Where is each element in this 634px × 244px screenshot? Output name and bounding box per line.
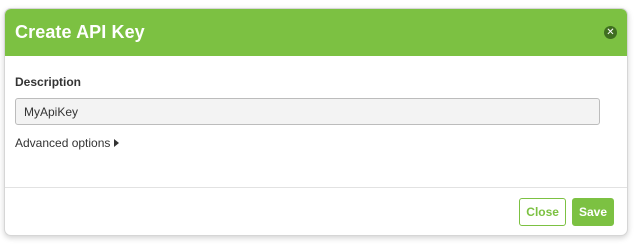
- close-button[interactable]: Close: [519, 197, 566, 226]
- close-circle-icon[interactable]: ✕: [604, 26, 617, 39]
- dialog-header: Create API Key ✕: [5, 9, 627, 56]
- dialog-title: Create API Key: [15, 22, 145, 42]
- dialog-footer: Close Save: [5, 188, 627, 235]
- advanced-options-toggle[interactable]: Advanced options: [15, 136, 617, 150]
- save-button[interactable]: Save: [571, 197, 614, 226]
- dialog-body: Description Advanced options: [5, 56, 627, 188]
- caret-right-icon: [114, 139, 120, 147]
- description-input[interactable]: [15, 98, 600, 125]
- description-label: Description: [15, 75, 82, 89]
- advanced-options-label: Advanced options: [15, 136, 111, 150]
- create-api-key-dialog: Create API Key ✕ Description Advanced op…: [4, 8, 628, 236]
